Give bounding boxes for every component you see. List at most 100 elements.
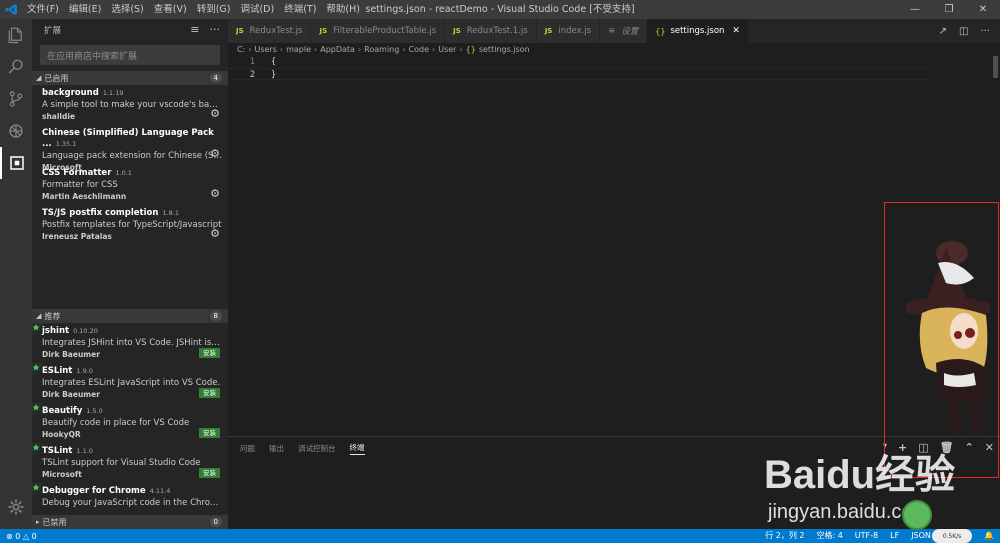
section-enabled-count: 4: [209, 73, 222, 83]
extension-description: Integrates ESLint JavaScript into VS Cod…: [42, 378, 221, 388]
extension-item[interactable]: CSS Formatter 1.0.1 Formatter for CSS Marti…: [32, 165, 228, 205]
clear-list-icon[interactable]: ≡: [190, 23, 199, 36]
gear-icon[interactable]: ⚙: [210, 147, 220, 160]
breadcrumb-item[interactable]: Roaming: [364, 45, 399, 54]
tab-js[interactable]: JS index.js: [536, 19, 601, 43]
install-button[interactable]: 安装: [199, 348, 220, 358]
cursor-position[interactable]: 行 2，列 2: [765, 529, 804, 543]
extension-name-line: TS/JS postfix completion 1.8.1: [42, 208, 228, 219]
error-count: 0: [15, 531, 21, 541]
close-tab-icon[interactable]: ✕: [732, 26, 740, 36]
javascript-file-icon: JS: [544, 27, 553, 35]
extension-item[interactable]: Beautify 1.5.0 Beautify code in place for …: [32, 403, 228, 443]
extension-description: TSLint support for Visual Studio Code: [42, 458, 201, 468]
extension-name: TS/JS postfix completion: [42, 208, 159, 218]
end-of-line[interactable]: LF: [890, 529, 899, 543]
install-button[interactable]: 安装: [199, 468, 220, 478]
menu-item[interactable]: 选择(S): [106, 0, 148, 19]
extension-name: background: [42, 88, 99, 98]
panel-tab[interactable]: 输出: [269, 443, 284, 454]
breadcrumb-item[interactable]: settings.json: [479, 45, 530, 54]
problems-status[interactable]: ⊗ 0 △ 0: [6, 532, 37, 541]
chevron-right-icon: ▸: [36, 518, 40, 526]
breadcrumb-item[interactable]: AppData: [320, 45, 355, 54]
extension-description: Integrates JSHint into VS Code. JSHint i…: [42, 338, 222, 348]
gear-icon[interactable]: ⚙: [210, 187, 220, 200]
gear-icon[interactable]: ⚙: [210, 227, 220, 240]
close-window-button[interactable]: ✕: [966, 0, 1000, 19]
code-line[interactable]: 2}: [228, 68, 928, 80]
breadcrumb-item[interactable]: Code: [409, 45, 429, 54]
extension-description: Beautify code in place for VS Code: [42, 418, 190, 428]
extension-description: A simple tool to make your vscode's back…: [42, 100, 222, 110]
panel-tab[interactable]: 调试控制台: [298, 443, 336, 454]
install-button[interactable]: 安装: [199, 428, 220, 438]
search-button[interactable]: [0, 51, 32, 83]
minimize-button[interactable]: —: [898, 0, 932, 19]
extension-version: 1.9.0: [76, 367, 93, 375]
notification-bell-icon[interactable]: 🔔: [984, 529, 994, 543]
extension-version: 1.1.19: [102, 89, 124, 97]
manage-button[interactable]: [0, 491, 32, 523]
settings-file-icon: ≡: [608, 26, 616, 36]
breadcrumb: C: › Users › maple › AppData › Roaming › Code › User…: [228, 43, 1000, 56]
extension-description: Formatter for CSS: [42, 180, 118, 190]
breadcrumb-separator: ›: [459, 45, 463, 54]
sidebar-header: 扩展 ≡ ···: [32, 19, 228, 41]
source-control-button[interactable]: [0, 83, 32, 115]
menu-item[interactable]: 帮助(H): [321, 0, 365, 19]
section-disabled[interactable]: ▸ 已禁用 0: [32, 515, 228, 529]
debug-button[interactable]: [0, 115, 32, 147]
javascript-file-icon: JS: [319, 27, 328, 35]
extension-item[interactable]: background 1.1.19 A simple tool to make yo…: [32, 85, 228, 125]
tab-settings[interactable]: ≡ 设置: [600, 19, 648, 43]
menu-item[interactable]: 文件(F): [22, 0, 64, 19]
breadcrumb-item[interactable]: C:: [237, 45, 245, 54]
extension-name-line: Chinese (Simplified) Language Pack ... 1.…: [42, 128, 228, 150]
scroll-thumb[interactable]: [993, 56, 998, 78]
explorer-button[interactable]: [0, 19, 32, 51]
extension-item[interactable]: ESLint 1.9.0 Integrates ESLint JavaScript …: [32, 363, 228, 403]
menu-item[interactable]: 查看(V): [149, 0, 192, 19]
chevron-down-icon: ◢: [36, 74, 42, 82]
breadcrumb-separator: ›: [279, 45, 284, 54]
menu-item[interactable]: 调试(D): [235, 0, 279, 19]
tab-js[interactable]: JS ReduxTest.1.js: [445, 19, 537, 43]
restore-button[interactable]: ❐: [932, 0, 966, 19]
encoding[interactable]: UTF-8: [855, 529, 878, 543]
menu-item[interactable]: 转到(G): [192, 0, 236, 19]
panel-tab[interactable]: 终端: [349, 442, 365, 455]
warning-icon: △: [22, 531, 30, 541]
tab-json[interactable]: {} settings.json ✕: [647, 19, 749, 43]
extension-item[interactable]: TS/JS postfix completion 1.8.1 Postfix tem…: [32, 205, 228, 245]
menu-item[interactable]: 终端(T): [279, 0, 321, 19]
install-button[interactable]: 安装: [199, 388, 220, 398]
extension-item[interactable]: Chinese (Simplified) Language Pack ... 1.…: [32, 125, 228, 172]
extension-name-line: jshint 0.10.20: [42, 326, 228, 337]
panel-tab[interactable]: 问题: [240, 443, 255, 454]
more-actions-icon[interactable]: ···: [980, 26, 990, 37]
section-enabled[interactable]: ◢ 已启用 4: [32, 71, 228, 85]
breadcrumb-item[interactable]: User: [438, 45, 456, 54]
section-recommended[interactable]: ◢ 推荐 8: [32, 309, 228, 323]
more-actions-icon[interactable]: ···: [210, 23, 221, 36]
menu-item[interactable]: 编辑(E): [64, 0, 106, 19]
extension-name: TSLint: [42, 446, 73, 456]
highlight-frame: [884, 202, 999, 478]
breadcrumb-item[interactable]: maple: [286, 45, 311, 54]
indentation[interactable]: 空格: 4: [816, 529, 842, 543]
breadcrumb-item[interactable]: Users: [254, 45, 276, 54]
tab-js[interactable]: JS FilterableProductTable.js: [311, 19, 446, 43]
extension-item[interactable]: TSLint 1.1.0 TSLint support for Visual Stu…: [32, 443, 228, 483]
split-editor-icon[interactable]: ◫: [959, 26, 968, 37]
extensions-search-input[interactable]: 在应用商店中搜索扩展: [40, 45, 220, 65]
gear-icon[interactable]: ⚙: [210, 107, 220, 120]
line-number: 2: [249, 70, 255, 80]
javascript-file-icon: JS: [236, 27, 244, 35]
code-line[interactable]: 1{: [228, 56, 928, 68]
extension-item[interactable]: jshint 0.10.20 Integrates JSHint into VS C…: [32, 323, 228, 363]
breadcrumb-separator: ›: [402, 45, 406, 54]
open-settings-icon[interactable]: ↗: [939, 26, 947, 37]
extensions-button[interactable]: [0, 147, 32, 179]
tab-js[interactable]: JS ReduxTest.js: [228, 19, 312, 43]
